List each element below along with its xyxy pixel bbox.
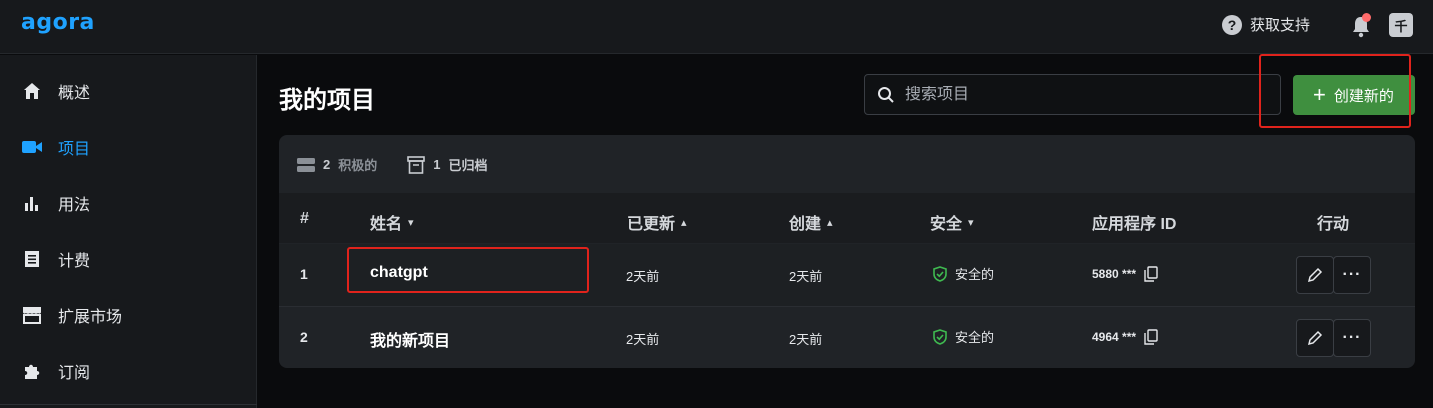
stack-icon xyxy=(297,157,315,172)
col-index: # xyxy=(300,210,309,227)
copy-icon[interactable] xyxy=(1144,266,1158,282)
search-icon xyxy=(878,86,894,103)
sidebar-item-label: 概述 xyxy=(58,85,91,102)
row-index: 1 xyxy=(300,266,308,282)
col-security[interactable]: 安全 ▾ xyxy=(930,210,974,234)
app-id-value: 5880 *** xyxy=(1092,266,1158,282)
edit-button[interactable] xyxy=(1296,319,1334,357)
project-name-link[interactable]: 我的新项目 xyxy=(370,327,450,351)
avatar[interactable]: 千 xyxy=(1389,13,1413,37)
edit-button[interactable] xyxy=(1296,256,1334,294)
sidebar-item-billing[interactable]: 计费 xyxy=(22,247,90,271)
table-header: # 姓名 ▾ 已更新 ▴ 创建 ▴ 安全 ▾ 应用程序 ID 行动 xyxy=(279,193,1415,243)
created-value: 2天前 xyxy=(789,332,823,347)
updated-value: 2天前 xyxy=(626,332,660,347)
sidebar-item-label: 扩展市场 xyxy=(58,309,123,326)
table-row: 1 chatgpt 2天前 2天前 安全的 5880 *** ··· xyxy=(279,244,1415,306)
sidebar-item-overview[interactable]: 概述 xyxy=(22,79,90,103)
pencil-icon xyxy=(1307,267,1323,283)
sidebar-item-usage[interactable]: 用法 xyxy=(22,191,90,215)
ellipsis-icon: ··· xyxy=(1342,266,1362,283)
shield-check-icon xyxy=(933,265,947,282)
sidebar-divider xyxy=(0,404,257,408)
ellipsis-icon: ··· xyxy=(1342,329,1362,346)
store-icon xyxy=(22,305,42,325)
pencil-icon xyxy=(1307,330,1323,346)
more-options-button[interactable]: ··· xyxy=(1333,256,1371,294)
active-label: 积极的 xyxy=(338,158,378,173)
sidebar: 概述 项目 用法 计费 扩展市场 订阅 xyxy=(0,55,257,408)
help-support-link[interactable]: ? 获取支持 xyxy=(1222,14,1310,35)
search-input[interactable] xyxy=(905,85,1265,104)
top-bar: agora ? 获取支持 千 xyxy=(0,0,1433,54)
create-project-button[interactable]: + 创建新的 xyxy=(1293,75,1415,115)
col-app-id: 应用程序 ID xyxy=(1092,216,1177,233)
project-name-link[interactable]: chatgpt xyxy=(370,264,428,282)
question-icon: ? xyxy=(1222,14,1242,35)
security-status: 安全的 xyxy=(933,264,994,283)
sort-down-icon: ▾ xyxy=(408,216,414,229)
app-id-value: 4964 *** xyxy=(1092,329,1158,345)
col-name[interactable]: 姓名 ▾ xyxy=(370,210,414,234)
archived-count: 1 xyxy=(433,157,441,172)
row-index: 2 xyxy=(300,329,308,345)
shield-check-icon xyxy=(933,328,947,345)
create-button-label: 创建新的 xyxy=(1333,87,1394,105)
more-options-button[interactable]: ··· xyxy=(1333,319,1371,357)
search-field[interactable] xyxy=(864,74,1281,115)
help-label: 获取支持 xyxy=(1250,17,1311,34)
archived-label: 已归档 xyxy=(448,158,488,173)
home-icon xyxy=(22,81,42,101)
col-updated[interactable]: 已更新 ▴ xyxy=(627,210,687,234)
security-status: 安全的 xyxy=(933,327,994,346)
created-value: 2天前 xyxy=(789,269,823,284)
sidebar-item-subscriptions[interactable]: 订阅 xyxy=(22,359,90,383)
sidebar-item-label: 用法 xyxy=(58,197,91,214)
archive-icon xyxy=(407,155,426,174)
agora-logo[interactable]: agora xyxy=(21,10,95,35)
sort-up-icon: ▴ xyxy=(827,216,833,229)
sort-down-icon: ▾ xyxy=(968,216,974,229)
notification-badge xyxy=(1362,13,1371,22)
sort-up-icon: ▴ xyxy=(681,216,687,229)
archived-projects-filter[interactable]: 1 已归档 xyxy=(407,155,488,174)
sidebar-item-projects[interactable]: 项目 xyxy=(22,135,90,159)
sidebar-item-label: 计费 xyxy=(58,253,91,270)
receipt-icon xyxy=(22,249,42,269)
project-stats: 2 积极的 1 已归档 xyxy=(297,155,488,174)
active-count: 2 xyxy=(323,157,331,172)
sidebar-item-label: 项目 xyxy=(58,141,91,158)
col-actions: 行动 xyxy=(1317,216,1350,233)
copy-icon[interactable] xyxy=(1144,329,1158,345)
projects-panel: 2 积极的 1 已归档 # 姓名 ▾ 已更新 ▴ 创建 ▴ 安全 ▾ 应用程序 ID 行… xyxy=(279,135,1415,368)
table-row: 2 我的新项目 2天前 2天前 安全的 4964 *** ··· xyxy=(279,306,1415,368)
sidebar-item-marketplace[interactable]: 扩展市场 xyxy=(22,303,122,327)
puzzle-icon xyxy=(22,361,42,381)
col-created[interactable]: 创建 ▴ xyxy=(789,210,833,234)
active-projects-filter[interactable]: 2 积极的 xyxy=(297,155,377,174)
page-title: 我的项目 xyxy=(279,87,375,114)
plus-icon: + xyxy=(1313,82,1326,107)
sidebar-item-label: 订阅 xyxy=(58,365,91,382)
video-camera-icon xyxy=(22,137,42,157)
updated-value: 2天前 xyxy=(626,269,660,284)
bar-chart-icon xyxy=(22,193,42,213)
